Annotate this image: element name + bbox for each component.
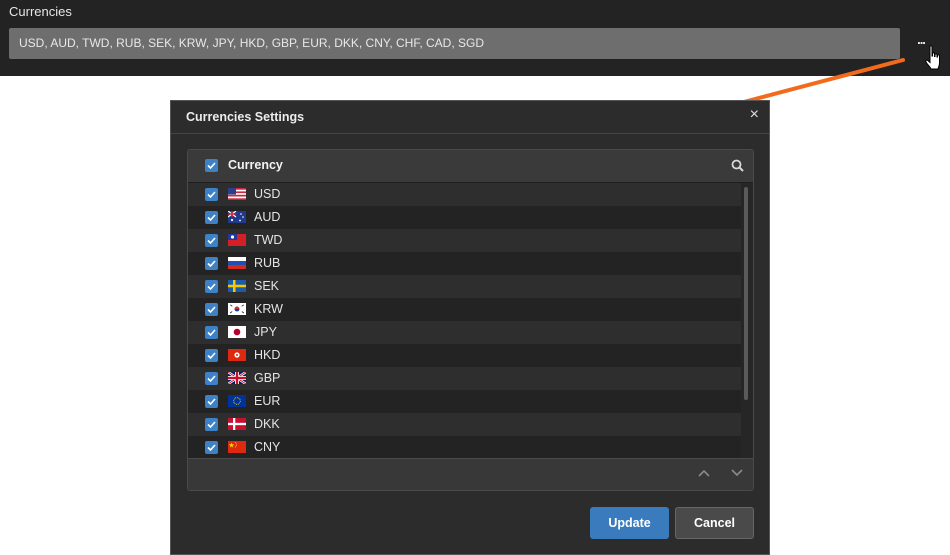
chevron-up-icon[interactable] <box>698 469 710 477</box>
kr-flag-icon <box>228 303 246 315</box>
grid-header: Currency <box>188 150 753 183</box>
list-item[interactable]: KRW <box>188 298 741 321</box>
eu-flag-icon <box>228 395 246 407</box>
select-all-checkbox[interactable] <box>205 159 218 172</box>
dialog-title: Currencies Settings <box>186 110 305 124</box>
row-checkbox[interactable] <box>205 303 218 316</box>
dialog-header: Currencies Settings × <box>171 101 769 134</box>
grid-footer <box>188 458 753 490</box>
currency-list: USD AUD TWD RUB SEK KRW JPY HKD GBP EUR … <box>188 183 741 459</box>
currency-code: AUD <box>254 210 281 224</box>
list-item[interactable]: SEK <box>188 275 741 298</box>
row-checkbox[interactable] <box>205 188 218 201</box>
row-checkbox[interactable] <box>205 418 218 431</box>
row-checkbox[interactable] <box>205 211 218 224</box>
currency-code: JPY <box>254 325 277 339</box>
list-item[interactable]: GBP <box>188 367 741 390</box>
hk-flag-icon <box>228 349 246 361</box>
ru-flag-icon <box>228 257 246 269</box>
currency-grid: Currency USD AUD TWD RUB SEK KRW JPY HKD… <box>187 149 754 491</box>
list-item[interactable]: RUB <box>188 252 741 275</box>
dk-flag-icon <box>228 418 246 430</box>
row-checkbox[interactable] <box>205 372 218 385</box>
currency-code: RUB <box>254 256 281 270</box>
chevron-down-icon[interactable] <box>731 469 743 477</box>
tw-flag-icon <box>228 234 246 246</box>
currency-code: EUR <box>254 394 281 408</box>
search-icon[interactable] <box>731 159 744 172</box>
close-icon[interactable]: × <box>750 106 759 124</box>
currency-code: CNY <box>254 440 281 454</box>
list-item[interactable]: EUR <box>188 390 741 413</box>
au-flag-icon <box>228 211 246 223</box>
currency-code: GBP <box>254 371 281 385</box>
se-flag-icon <box>228 280 246 292</box>
currencies-settings-dialog: Currencies Settings × Currency USD AUD T… <box>170 100 770 555</box>
gb-flag-icon <box>228 372 246 384</box>
row-checkbox[interactable] <box>205 441 218 454</box>
list-item[interactable]: HKD <box>188 344 741 367</box>
cn-flag-icon <box>228 441 246 453</box>
list-item[interactable]: AUD <box>188 206 741 229</box>
currency-code: TWD <box>254 233 283 247</box>
currency-code: USD <box>254 187 281 201</box>
list-item[interactable]: CNY <box>188 436 741 459</box>
row-checkbox[interactable] <box>205 326 218 339</box>
cancel-button[interactable]: Cancel <box>675 507 754 539</box>
currency-code: DKK <box>254 417 280 431</box>
us-flag-icon <box>228 188 246 200</box>
list-item[interactable]: TWD <box>188 229 741 252</box>
row-checkbox[interactable] <box>205 234 218 247</box>
jp-flag-icon <box>228 326 246 338</box>
currency-code: SEK <box>254 279 280 293</box>
update-button[interactable]: Update <box>590 507 669 539</box>
row-checkbox[interactable] <box>205 257 218 270</box>
column-header-currency[interactable]: Currency <box>228 158 283 172</box>
list-scrollbar[interactable] <box>744 187 748 400</box>
row-checkbox[interactable] <box>205 280 218 293</box>
currency-code: HKD <box>254 348 281 362</box>
row-checkbox[interactable] <box>205 395 218 408</box>
list-item[interactable]: DKK <box>188 413 741 436</box>
row-checkbox[interactable] <box>205 349 218 362</box>
list-item[interactable]: USD <box>188 183 741 206</box>
currency-code: KRW <box>254 302 283 316</box>
list-item[interactable]: JPY <box>188 321 741 344</box>
